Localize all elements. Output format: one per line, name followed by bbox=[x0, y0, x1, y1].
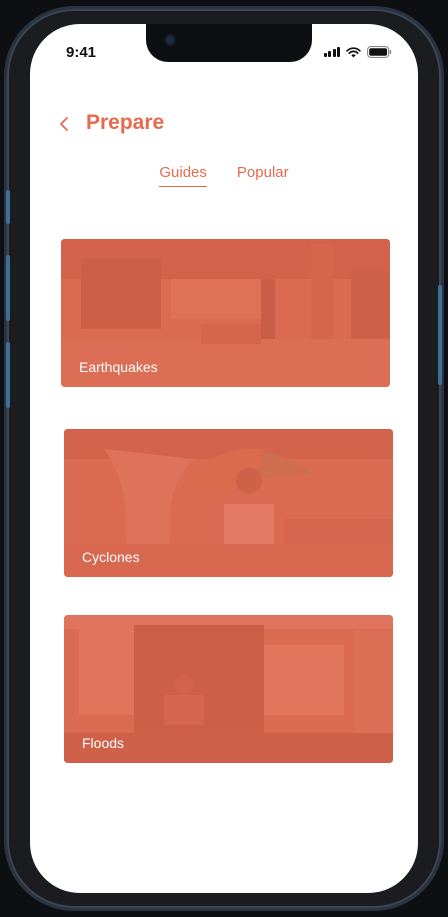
camera-icon bbox=[166, 36, 174, 44]
card-label: Floods bbox=[82, 735, 125, 751]
battery-icon bbox=[367, 46, 392, 58]
tab-guides[interactable]: Guides bbox=[159, 164, 207, 187]
back-button[interactable] bbox=[52, 112, 76, 136]
status-time: 9:41 bbox=[66, 44, 97, 61]
chevron-left-icon bbox=[60, 117, 68, 131]
side-button bbox=[6, 342, 10, 408]
guide-card-floods[interactable]: Floods bbox=[64, 615, 393, 763]
card-label: Earthquakes bbox=[79, 359, 158, 375]
status-icons bbox=[323, 46, 393, 58]
status-bar: 9:41 bbox=[30, 24, 418, 84]
page-title: Prepare bbox=[86, 111, 165, 134]
wifi-icon bbox=[346, 46, 361, 57]
phone-screen: 9:41 Prepare Guides Popular Earthquakes … bbox=[30, 24, 418, 893]
card-label: Cyclones bbox=[82, 549, 140, 565]
guide-card-cyclones[interactable]: Cyclones bbox=[64, 429, 393, 577]
side-button bbox=[6, 190, 10, 224]
tab-bar: Guides Popular bbox=[30, 164, 418, 187]
notch bbox=[146, 24, 312, 62]
side-button bbox=[438, 285, 442, 385]
tab-popular[interactable]: Popular bbox=[237, 164, 289, 187]
guide-card-earthquakes[interactable]: Earthquakes bbox=[61, 239, 390, 387]
side-button bbox=[6, 255, 10, 321]
cellular-signal-icon bbox=[323, 47, 340, 57]
